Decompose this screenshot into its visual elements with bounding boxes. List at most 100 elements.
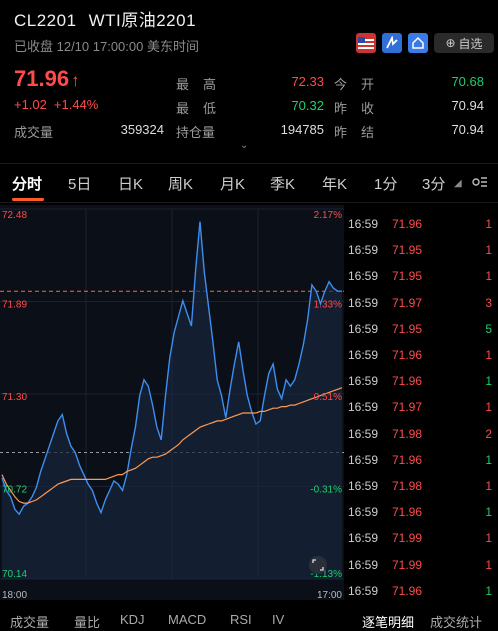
instrument-name: WTI原油2201 — [88, 11, 197, 30]
watchlist-button[interactable]: ⊕ 自选 — [434, 33, 494, 53]
intraday-chart[interactable]: 72.48 71.89 71.30 70.72 70.14 2.17% 1.33% 0.51%… — [0, 205, 344, 600]
tick-time: 16:59 — [348, 348, 379, 362]
tick-row: 16:59 71.96 1 — [344, 499, 498, 525]
tick-price: 71.96 — [391, 505, 422, 520]
active-tab-indicator — [12, 198, 44, 201]
tab-3min[interactable]: 3分 — [422, 173, 445, 194]
level5-icon[interactable] — [382, 33, 402, 53]
y-right-tick-label: 1.33% — [314, 300, 342, 311]
tick-price: 71.95 — [391, 321, 422, 336]
tick-row: 16:59 71.96 1 — [344, 578, 498, 604]
y-left-tick-label: 70.14 — [2, 569, 27, 580]
tick-price: 71.99 — [391, 557, 422, 572]
x-tick-label: 17:00 — [317, 590, 342, 600]
tick-time: 16:59 — [348, 531, 379, 546]
tick-volume: 1 — [485, 479, 492, 493]
tick-price: 71.96 — [391, 348, 422, 362]
tick-price: 71.95 — [391, 269, 422, 284]
tick-volume: 1 — [485, 269, 492, 284]
last-price-value: 71.96 — [14, 66, 70, 91]
tick-time: 16:59 — [348, 321, 379, 336]
tab-tick-detail[interactable]: 逐笔明细 — [362, 612, 414, 631]
prev-settle-value: 70.94 — [451, 122, 484, 137]
y-left-tick-label: 71.30 — [2, 392, 27, 403]
tab-daily-k[interactable]: 日K — [118, 173, 143, 194]
prev-close-label: 昨收 — [334, 101, 389, 116]
tick-volume: 3 — [485, 295, 492, 310]
tick-row: 16:59 71.99 1 — [344, 552, 498, 578]
tick-price: 71.96 — [391, 217, 422, 231]
tick-volume: 5 — [485, 321, 492, 336]
tab-yearly-k[interactable]: 年K — [322, 173, 347, 194]
tick-row: 16:59 71.97 1 — [344, 394, 498, 420]
last-price: 71.96 ↑ — [14, 66, 80, 92]
indicator-tabs: 成交量 量比 KDJ MACD RSI IV 逐笔明细 成交统计 — [0, 612, 498, 630]
expand-chevron-icon[interactable]: ⌄ — [240, 140, 248, 151]
tick-row: 16:59 71.95 5 — [344, 316, 498, 342]
change-value: +1.02 — [14, 97, 47, 112]
y-left-tick-label: 71.89 — [2, 300, 27, 311]
tick-price: 71.97 — [391, 295, 422, 310]
market-status: 已收盘 12/10 17:00:00 美东时间 — [14, 39, 199, 54]
open-interest-label: 持仓量 — [176, 125, 216, 140]
tick-time: 16:59 — [348, 243, 379, 258]
tick-volume: 1 — [485, 583, 492, 598]
tick-price: 71.97 — [391, 400, 422, 415]
symbol-code: CL2201 — [14, 11, 77, 30]
period-tabs: 分时 5日 日K 周K 月K 季K 年K 1分 3分 ◢ — [0, 163, 498, 203]
tick-volume: 1 — [485, 374, 492, 389]
tab-volume-ratio[interactable]: 量比 — [74, 612, 100, 631]
tick-price: 71.96 — [391, 583, 422, 598]
high-label: 最高 — [176, 77, 231, 92]
y-right-tick-label: -0.31% — [310, 485, 342, 496]
y-left-tick-label: 72.48 — [2, 210, 27, 221]
tick-volume: 2 — [485, 426, 492, 441]
tick-time: 16:59 — [348, 295, 379, 310]
chart-settings-icon[interactable] — [470, 173, 488, 195]
tick-volume: 1 — [485, 531, 492, 546]
tick-time: 16:59 — [348, 374, 379, 389]
tick-price: 71.95 — [391, 243, 422, 258]
low-value: 70.32 — [291, 98, 324, 113]
tab-weekly-k[interactable]: 周K — [168, 173, 193, 194]
tick-time: 16:59 — [348, 452, 379, 467]
tick-volume: 1 — [485, 505, 492, 520]
tick-row: 16:59 71.95 1 — [344, 263, 498, 289]
tick-price: 71.99 — [391, 531, 422, 546]
tick-price: 71.98 — [391, 479, 422, 493]
up-arrow-icon: ↑ — [71, 71, 80, 90]
tick-row: 16:59 71.96 1 — [344, 342, 498, 368]
tab-trade-stats[interactable]: 成交统计 — [430, 612, 482, 631]
tick-volume: 1 — [485, 217, 492, 231]
fullscreen-icon[interactable] — [309, 556, 327, 574]
volume-label: 成交量 — [14, 125, 54, 140]
more-periods-icon[interactable]: ◢ — [454, 178, 462, 189]
tick-price: 71.98 — [391, 426, 422, 441]
tick-row: 16:59 71.96 1 — [344, 368, 498, 394]
header-icons: ⊕ 自选 — [356, 33, 494, 53]
tab-5day[interactable]: 5日 — [68, 173, 91, 194]
tick-volume: 1 — [485, 400, 492, 415]
tab-volume[interactable]: 成交量 — [10, 612, 49, 631]
tab-quarterly-k[interactable]: 季K — [270, 173, 295, 194]
home-icon[interactable] — [408, 33, 428, 53]
tick-row: 16:59 71.98 1 — [344, 473, 498, 499]
prev-settle-label: 昨结 — [334, 125, 389, 140]
tick-time: 16:59 — [348, 269, 379, 284]
watchlist-label: 自选 — [458, 36, 483, 51]
tick-row: 16:59 71.96 1 — [344, 211, 498, 237]
tick-time: 16:59 — [348, 217, 379, 231]
open-interest-value: 194785 — [280, 122, 324, 137]
tick-time: 16:59 — [348, 426, 379, 441]
tab-1min[interactable]: 1分 — [374, 173, 397, 194]
price-change: +1.02 +1.44% — [14, 97, 105, 112]
us-flag-icon[interactable] — [356, 33, 376, 53]
tick-row: 16:59 71.99 1 — [344, 525, 498, 551]
tab-intraday[interactable]: 分时 — [12, 173, 42, 194]
tab-monthly-k[interactable]: 月K — [220, 173, 245, 194]
tick-time: 16:59 — [348, 505, 379, 520]
x-tick-label: 18:00 — [2, 590, 27, 600]
tick-row: 16:59 71.97 3 — [344, 290, 498, 316]
tick-row: 16:59 71.96 1 — [344, 447, 498, 473]
y-right-tick-label: 2.17% — [314, 210, 342, 221]
